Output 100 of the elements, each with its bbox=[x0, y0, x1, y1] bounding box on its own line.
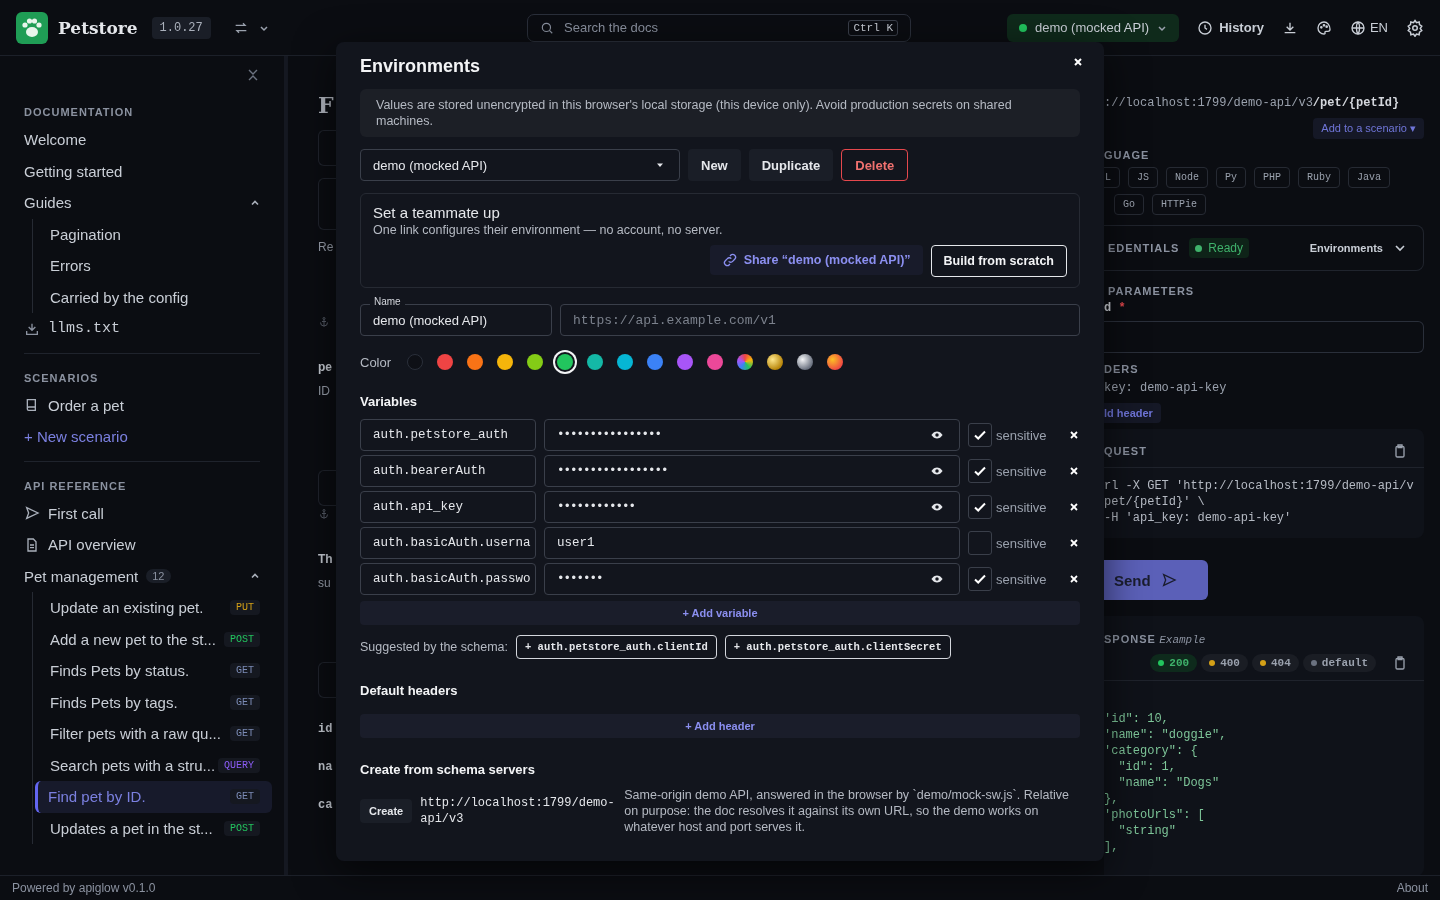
nav-link[interactable]: Welcome bbox=[24, 124, 260, 156]
color-swatch[interactable] bbox=[767, 354, 784, 370]
color-swatch[interactable] bbox=[827, 354, 844, 370]
language-tab[interactable]: Go bbox=[1114, 194, 1144, 215]
nav-item[interactable]: Find pet by ID. GET bbox=[35, 781, 272, 813]
color-swatch[interactable] bbox=[647, 354, 664, 370]
variable-value-field[interactable]: ••••••• bbox=[544, 563, 960, 595]
sensitive-checkbox[interactable] bbox=[968, 567, 992, 591]
language-tab[interactable]: PHP bbox=[1254, 167, 1291, 188]
environment-button[interactable]: demo (mocked API) bbox=[1007, 13, 1180, 42]
nav-link[interactable]: Getting started bbox=[24, 155, 260, 187]
variable-value-field[interactable]: •••••••••••• bbox=[544, 491, 960, 523]
color-swatch[interactable] bbox=[467, 354, 484, 370]
color-swatch[interactable] bbox=[587, 354, 604, 370]
share-button[interactable]: Share “demo (mocked API)” bbox=[709, 245, 923, 275]
nav-link[interactable]: First call bbox=[48, 504, 104, 522]
language-tab[interactable]: Py bbox=[1216, 167, 1247, 188]
nav-group[interactable]: Pet management bbox=[24, 567, 139, 585]
build-from-scratch-button[interactable]: Build from scratch bbox=[930, 245, 1067, 277]
settings-icon[interactable] bbox=[1406, 18, 1424, 37]
new-scenario-link[interactable]: + New scenario bbox=[24, 421, 260, 453]
variable-value-field[interactable]: user1 bbox=[544, 527, 960, 559]
variable-value-field[interactable]: ••••••••••••••••• bbox=[544, 455, 960, 487]
variable-name-field[interactable]: auth.bearerAuth bbox=[360, 455, 536, 487]
action-button[interactable]: New bbox=[688, 149, 741, 181]
eye-icon[interactable] bbox=[931, 465, 943, 477]
language-tab[interactable]: JS bbox=[1128, 167, 1159, 188]
clipboard-icon[interactable] bbox=[1392, 443, 1408, 459]
collapse-icon[interactable] bbox=[246, 68, 260, 82]
variable-name-field[interactable]: auth.basicAuth.userna bbox=[360, 527, 536, 559]
status-tab[interactable]: 400 bbox=[1201, 654, 1248, 672]
nav-item[interactable]: Filter pets with a raw qu... GET bbox=[35, 718, 260, 750]
variable-value-field[interactable]: •••••••••••••••• bbox=[544, 419, 960, 451]
status-tab[interactable]: 404 bbox=[1251, 654, 1299, 672]
language-tab[interactable]: Java bbox=[1348, 167, 1391, 188]
eye-icon[interactable] bbox=[931, 501, 943, 513]
sensitive-checkbox[interactable] bbox=[968, 423, 992, 447]
action-button[interactable]: Delete bbox=[841, 149, 909, 181]
create-button[interactable]: Create bbox=[360, 799, 413, 823]
name-field[interactable]: demo (mocked API) bbox=[360, 304, 552, 336]
search-field[interactable]: Search the docs bbox=[562, 19, 841, 36]
nav-item[interactable]: Finds Pets by status. GET bbox=[35, 655, 260, 687]
close-icon[interactable] bbox=[1072, 56, 1084, 68]
color-swatch[interactable] bbox=[407, 354, 424, 370]
add-variable-button[interactable]: + Add variable bbox=[360, 601, 1080, 625]
nav-item[interactable]: Pagination bbox=[35, 218, 260, 250]
nav-item[interactable]: Update an existing pet. PUT bbox=[35, 592, 260, 624]
environment-select[interactable]: demo (mocked API) bbox=[360, 149, 680, 181]
suggestion-chip[interactable]: + auth.petstore_auth.clientId bbox=[516, 635, 717, 659]
status-tab[interactable]: default bbox=[1302, 654, 1376, 672]
eye-icon[interactable] bbox=[931, 429, 943, 441]
history-button[interactable]: History bbox=[1197, 19, 1264, 36]
remove-icon[interactable] bbox=[1068, 430, 1079, 440]
language-tab[interactable]: HTTPie bbox=[1152, 194, 1207, 215]
status-tab[interactable]: 200 bbox=[1150, 654, 1198, 672]
color-swatch[interactable] bbox=[557, 354, 574, 370]
nav-item[interactable]: Updates a pet in the st... POST bbox=[35, 812, 260, 844]
action-button[interactable]: Duplicate bbox=[748, 149, 834, 181]
nav-link[interactable]: API overview bbox=[48, 536, 136, 554]
remove-icon[interactable] bbox=[1068, 466, 1079, 476]
nav-item[interactable]: Carried by the config bbox=[35, 281, 260, 313]
nav-group[interactable]: Guides bbox=[24, 194, 72, 212]
sensitive-checkbox[interactable] bbox=[968, 459, 992, 483]
sensitive-checkbox[interactable] bbox=[968, 495, 992, 519]
remove-icon[interactable] bbox=[1068, 538, 1079, 548]
variable-name-field[interactable]: auth.api_key bbox=[360, 491, 536, 523]
color-swatch[interactable] bbox=[527, 354, 544, 370]
clipboard-icon[interactable] bbox=[1392, 655, 1408, 671]
sensitive-checkbox[interactable] bbox=[968, 531, 992, 555]
color-swatch[interactable] bbox=[437, 354, 454, 370]
nav-link[interactable]: llms.txt bbox=[48, 320, 120, 338]
input-field[interactable] bbox=[1104, 321, 1424, 353]
nav-item[interactable]: Errors bbox=[35, 250, 260, 282]
language-tab[interactable]: Ruby bbox=[1298, 167, 1341, 188]
variable-name-field[interactable]: auth.basicAuth.passwo bbox=[360, 563, 536, 595]
color-swatch[interactable] bbox=[617, 354, 634, 370]
url-field[interactable]: https://api.example.com/v1 bbox=[560, 304, 1080, 336]
color-swatch[interactable] bbox=[797, 354, 814, 370]
suggestion-chip[interactable]: + auth.petstore_auth.clientSecret bbox=[724, 635, 951, 659]
language-tab[interactable]: Node bbox=[1166, 167, 1209, 188]
color-swatch[interactable] bbox=[737, 354, 754, 370]
palette-icon[interactable] bbox=[1315, 19, 1332, 36]
nav-item[interactable]: Add a new pet to the st... POST bbox=[35, 623, 260, 655]
language-button[interactable]: EN bbox=[1349, 19, 1388, 36]
color-swatch[interactable] bbox=[677, 354, 694, 370]
about-link[interactable]: About bbox=[1396, 881, 1428, 895]
remove-icon[interactable] bbox=[1068, 574, 1079, 584]
variable-name-field[interactable]: auth.petstore_auth bbox=[360, 419, 536, 451]
add-header-button[interactable]: + Add header bbox=[360, 714, 1080, 738]
color-swatch[interactable] bbox=[707, 354, 724, 370]
search-bar[interactable]: Search the docs Ctrl K bbox=[527, 13, 911, 42]
environments-link[interactable]: Environments bbox=[1309, 242, 1383, 254]
add-to-scenario-button[interactable]: Add to a scenario ▾ bbox=[1313, 118, 1424, 139]
nav-item[interactable]: Search pets with a stru... QUERY bbox=[35, 749, 260, 781]
eye-icon[interactable] bbox=[931, 573, 943, 585]
nav-item[interactable]: Finds Pets by tags. GET bbox=[35, 686, 260, 718]
nav-link[interactable]: Order a pet bbox=[48, 396, 124, 414]
color-swatch[interactable] bbox=[497, 354, 514, 370]
add-header-button[interactable]: ld header bbox=[1104, 403, 1161, 423]
remove-icon[interactable] bbox=[1068, 502, 1079, 512]
